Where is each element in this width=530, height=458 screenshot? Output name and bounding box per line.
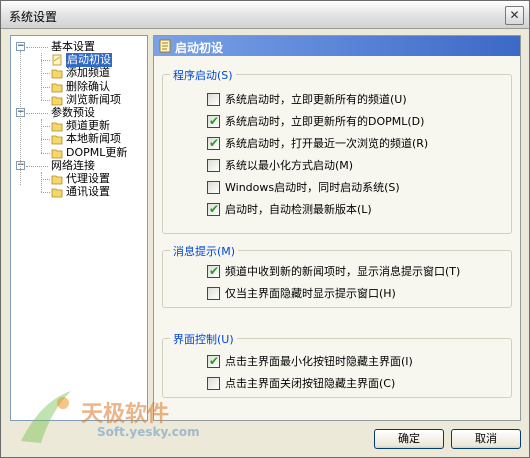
group-interface: 界面控制(U) ✔ 点击主界面最小化按钮时隐藏主界面(I) 点击主界面关闭按钮隐… — [162, 331, 512, 398]
checkmark-icon: ✔ — [209, 114, 220, 128]
folder-icon — [51, 81, 63, 93]
group-notifications: 消息提示(M) ✔ 频道中收到新的新闻项时，显示消息提示窗口(T) 仅当主界面隐… — [162, 243, 512, 308]
tree-item-label: 删除确认 — [66, 79, 110, 93]
window-title: 系统设置 — [9, 10, 58, 24]
settings-window: 系统设置 ✕ − 基本设置 启动初设 添加频道 删除确认 浏览新闻项 − 参数预设 频道更新 本地… — [0, 0, 530, 458]
tree-line — [20, 51, 21, 186]
tree-line — [26, 47, 48, 48]
tree-item-label: 本地新闻项 — [66, 132, 121, 146]
checkmark-icon: ✔ — [209, 354, 220, 368]
title-bar[interactable]: 系统设置 ✕ — [1, 1, 529, 29]
tree-line — [41, 139, 50, 141]
group-title-interface: 界面控制(U) — [170, 331, 237, 347]
tree-line — [26, 113, 48, 114]
option-label: 启动时，自动检测最新版本(L) — [225, 203, 372, 216]
close-icon: ✕ — [509, 8, 520, 22]
tree-line — [41, 99, 50, 101]
folder-icon — [51, 67, 63, 79]
tree-line — [41, 86, 50, 88]
group-title-notifications: 消息提示(M) — [170, 243, 239, 259]
tree-line — [41, 60, 50, 62]
watermark-text: 天极软件 — [81, 402, 170, 427]
tree-line — [41, 53, 42, 100]
tree-group-label: 网络连接 — [51, 158, 95, 172]
watermark-logo — [21, 391, 71, 443]
option-label: 点击主界面最小化按钮时隐藏主界面(I) — [225, 355, 413, 368]
tree-line — [26, 165, 48, 167]
tree-line — [41, 179, 50, 180]
folder-icon — [51, 94, 63, 106]
option-label: 频道中收到新的新闻项时，显示消息提示窗口(T) — [225, 265, 461, 278]
panel-title: 启动初设 — [175, 41, 224, 55]
tree-group-node[interactable]: 网络连接 — [51, 159, 95, 173]
ok-button[interactable]: 确定 — [374, 429, 444, 449]
checkbox[interactable] — [207, 181, 220, 194]
option-label: 系统启动时，立即更新所有的DOPML(D) — [225, 115, 425, 128]
option-label: 系统以最小化方式启动(M) — [225, 159, 354, 172]
option-label: 系统启动时，打开最近一次浏览的频道(R) — [225, 137, 429, 150]
checkbox[interactable] — [207, 159, 220, 172]
folder-icon — [51, 147, 63, 159]
tree-line — [41, 152, 50, 154]
option-label: 系统启动时，立即更新所有的频道(U) — [225, 93, 407, 106]
option-label: 点击主界面关闭按钮隐藏主界面(C) — [225, 377, 396, 390]
checkbox[interactable]: ✔ — [207, 264, 220, 278]
checkbox[interactable]: ✔ — [207, 114, 220, 128]
page-icon — [51, 54, 63, 66]
tree-line — [41, 119, 42, 153]
tree-line — [41, 192, 50, 194]
checkbox[interactable]: ✔ — [207, 202, 220, 216]
tree-item-label: DOPML更新 — [66, 145, 128, 159]
tree-item-label: 添加频道 — [66, 66, 110, 80]
tree-item-label: 代理设置 — [66, 172, 110, 185]
folder-icon — [51, 120, 63, 132]
checkbox[interactable]: ✔ — [207, 136, 220, 150]
folder-icon — [51, 186, 63, 198]
settings-panel: 启动初设 程序启动(S) 系统启动时，立即更新所有的频道(U) ✔ 系统启动时，… — [153, 35, 521, 421]
tree-group-node[interactable]: 基本设置 — [51, 40, 95, 54]
tree-line — [41, 126, 50, 128]
panel-header: 启动初设 — [154, 36, 520, 56]
tree-group-label: 基本设置 — [51, 40, 95, 53]
checkbox[interactable]: ✔ — [207, 354, 220, 368]
tree-item-label: 浏览新闻项 — [66, 92, 121, 106]
group-title-startup: 程序启动(S) — [170, 67, 236, 83]
checkbox[interactable] — [207, 93, 220, 106]
checkmark-icon: ✔ — [209, 136, 220, 150]
checkbox[interactable] — [207, 377, 220, 390]
checkmark-icon: ✔ — [209, 264, 220, 278]
tree-group-node[interactable]: 参数预设 — [51, 106, 95, 120]
settings-tree: − 基本设置 启动初设 添加频道 删除确认 浏览新闻项 − 参数预设 频道更新 本地新闻项 DOPM… — [10, 35, 148, 421]
option-label: 仅当主界面隐藏时显示提示窗口(H) — [225, 287, 396, 300]
tree-line — [41, 73, 50, 75]
close-button[interactable]: ✕ — [505, 6, 524, 25]
tree-group-label: 参数预设 — [51, 106, 95, 119]
expander-icon[interactable]: − — [16, 42, 25, 51]
cancel-button[interactable]: 取消 — [451, 429, 521, 449]
tree-item-label: 通讯设置 — [66, 185, 110, 199]
watermark-url: Soft.yesky.com — [97, 425, 200, 439]
group-startup: 程序启动(S) 系统启动时，立即更新所有的频道(U) ✔ 系统启动时，立即更新所… — [162, 67, 512, 234]
folder-icon — [51, 133, 63, 145]
page-icon — [159, 39, 171, 53]
tree-line — [41, 171, 42, 193]
checkbox[interactable] — [207, 287, 220, 300]
folder-icon — [51, 173, 63, 185]
checkmark-icon: ✔ — [209, 202, 220, 216]
option-label: Windows启动时，同时启动系统(S) — [225, 181, 400, 194]
